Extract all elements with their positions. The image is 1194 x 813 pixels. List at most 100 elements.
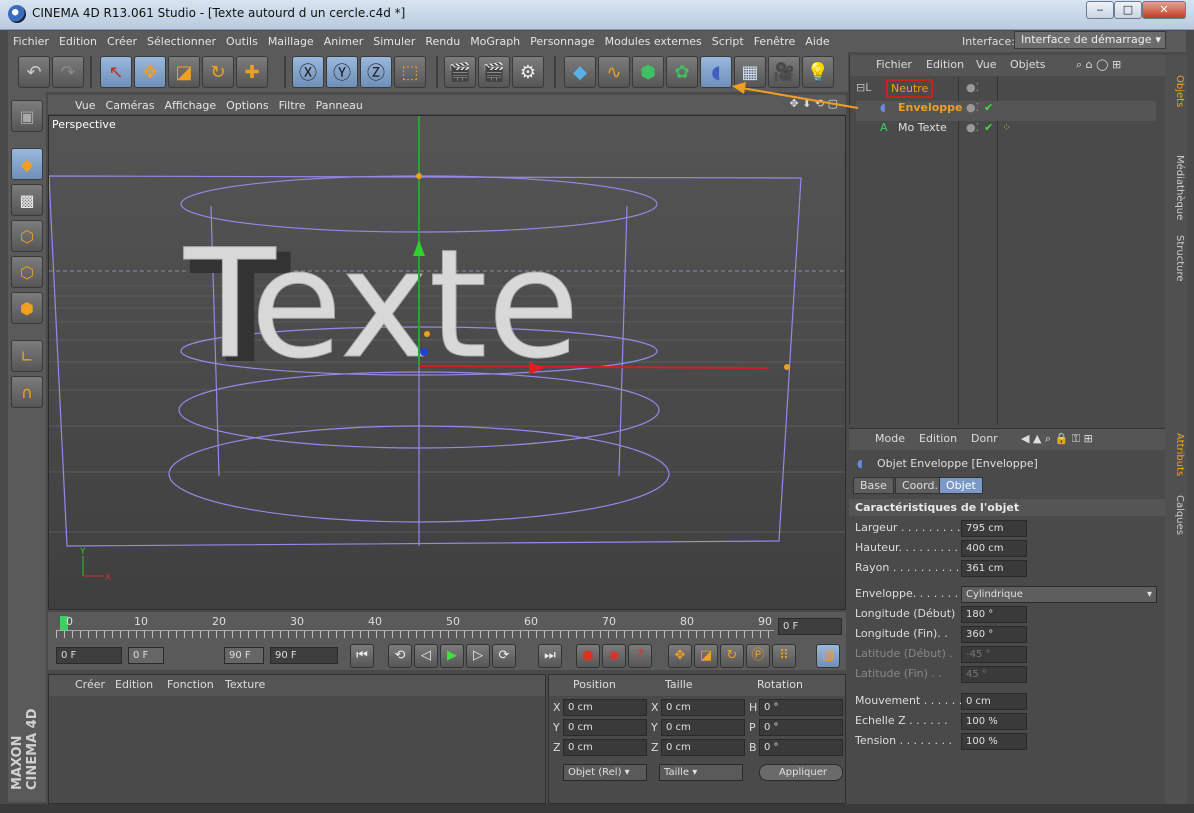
key-rotation-icon[interactable]: ↻ [720,644,744,668]
vp-menu-vue[interactable]: Vue [70,95,101,116]
make-editable-icon[interactable]: ▣ [11,100,43,132]
size-mode-select[interactable]: Taille ▾ [659,764,743,781]
vp-menu-filtre[interactable]: Filtre [274,95,311,116]
vp-menu-panneau[interactable]: Panneau [311,95,368,116]
object-row-mo-texte[interactable]: A Mo Texte ●⁚ ✔ ⁘ [856,121,1156,141]
visibility-dots-icon[interactable]: ●⁚ [966,121,979,134]
vp-menu-cameras[interactable]: Caméras [101,95,160,116]
axis-mode-icon[interactable]: ∟ [11,340,43,372]
redo-icon[interactable]: ↷ [52,56,84,88]
next-key-icon[interactable]: ⟳ [492,644,516,668]
size-y-field[interactable]: 0 cm [661,719,745,736]
minimize-button[interactable]: ‒ [1086,1,1114,19]
menu-mograph[interactable]: MoGraph [465,31,525,52]
search-icon[interactable]: ⌕ ⌂ ◯ ⊞ [1076,58,1121,72]
mat-menu-fonction[interactable]: Fonction [167,678,214,691]
range-start-field[interactable]: 0 F [128,647,164,664]
menu-maillage[interactable]: Maillage [263,31,319,52]
3d-viewport[interactable]: T Texte Y X [48,115,846,610]
timeline[interactable]: 0 10 20 30 40 50 60 70 80 90 0 F [48,612,846,642]
mat-menu-creer[interactable]: Créer [75,678,105,691]
largeur-field[interactable]: 795 cm [961,520,1027,537]
tab-coord[interactable]: Coord. [895,477,945,494]
coord-mode-select[interactable]: Objet (Rel) ▾ [563,764,647,781]
undo-icon[interactable]: ↶ [18,56,50,88]
array-icon[interactable]: ✿ [666,56,698,88]
mat-menu-edition[interactable]: Edition [115,678,153,691]
recent-tool-icon[interactable]: ✚ [236,56,268,88]
polygons-mode-icon[interactable]: ⬢ [11,292,43,324]
longitude-fin-field[interactable]: 360 ° [961,626,1027,643]
timeline-window-icon[interactable]: ▥ [816,644,840,668]
object-row-neutre[interactable]: ⊟L Neutre ●⁚ [856,79,1156,101]
model-mode-icon[interactable]: ◆ [11,148,43,180]
key-parameter-icon[interactable]: Ⓟ [746,644,770,668]
menu-modules-externes[interactable]: Modules externes [600,31,707,52]
close-button[interactable]: ✕ [1142,1,1186,19]
render-settings-icon[interactable]: ⚙ [512,56,544,88]
key-pla-icon[interactable]: ⠿ [772,644,796,668]
render-picture-viewer-icon[interactable]: 🎬 [478,56,510,88]
tension-field[interactable]: 100 % [961,733,1027,750]
prev-key-icon[interactable]: ⟲ [388,644,412,668]
position-x-field[interactable]: 0 cm [563,699,647,716]
prev-frame-icon[interactable]: ◁ [414,644,438,668]
menu-simuler[interactable]: Simuler [368,31,420,52]
attr-menu-mode[interactable]: Mode [875,432,905,445]
mat-menu-texture[interactable]: Texture [225,678,265,691]
menu-creer[interactable]: Créer [102,31,142,52]
attr-menu-edition[interactable]: Edition [919,432,957,445]
start-frame-field[interactable]: 0 F [56,647,122,664]
menu-personnage[interactable]: Personnage [525,31,599,52]
menu-rendu[interactable]: Rendu [420,31,465,52]
snap-icon[interactable]: ∩ [11,376,43,408]
visibility-dots-icon[interactable]: ●⁚ [966,101,979,114]
tab-objet[interactable]: Objet [939,477,983,494]
echelle-z-field[interactable]: 100 % [961,713,1027,730]
side-tab-mediatheque[interactable]: Médiathèque [1167,155,1185,220]
rotation-b-field[interactable]: 0 ° [759,739,843,756]
menu-aide[interactable]: Aide [800,31,834,52]
key-position-icon[interactable]: ✥ [668,644,692,668]
y-axis-icon[interactable]: Ⓨ [326,56,358,88]
rotation-h-field[interactable]: 0 ° [759,699,843,716]
menu-selectionner[interactable]: Sélectionner [142,31,221,52]
longitude-debut-field[interactable]: 180 ° [961,606,1027,623]
texture-mode-icon[interactable]: ▩ [11,184,43,216]
object-row-enveloppe[interactable]: ◖ Enveloppe ●⁚ ✔ [856,101,1156,121]
app-icon[interactable] [8,5,26,23]
mouvement-field[interactable]: 0 cm [961,693,1027,710]
keyframe-selection-icon[interactable]: ? [628,644,652,668]
points-mode-icon[interactable]: ⬡ [11,220,43,252]
object-name[interactable]: Neutre [886,79,934,98]
menu-fichier[interactable]: Fichier [8,31,54,52]
side-tab-objets[interactable]: Objets [1167,75,1185,107]
attr-menu-donr[interactable]: Donr [971,432,998,445]
live-select-icon[interactable]: ↖ [100,56,132,88]
rotate-icon[interactable]: ↻ [202,56,234,88]
move-icon[interactable]: ✥ [134,56,166,88]
object-name[interactable]: Enveloppe [898,101,963,114]
nurbs-icon[interactable]: ⬢ [632,56,664,88]
apply-button[interactable]: Appliquer [759,764,843,781]
attr-nav-icons[interactable]: ◀ ▲ ⌕ 🔒 ⚿ ⊞ [1021,432,1093,446]
side-tab-structure[interactable]: Structure [1167,235,1185,282]
menu-fenetre[interactable]: Fenêtre [749,31,801,52]
enveloppe-select[interactable]: Cylindrique ▾ [961,586,1157,603]
range-end-field[interactable]: 90 F [224,647,264,664]
obj-menu-edition[interactable]: Edition [926,58,964,71]
maximize-button[interactable]: □ [1114,1,1142,19]
obj-menu-vue[interactable]: Vue [976,58,997,71]
spline-icon[interactable]: ∿ [598,56,630,88]
autokey-icon[interactable]: ◉ [602,644,626,668]
obj-menu-objets[interactable]: Objets [1010,58,1046,71]
current-frame-field[interactable]: 0 F [778,618,842,635]
side-tab-calques[interactable]: Calques [1167,495,1185,535]
key-scale-icon[interactable]: ◪ [694,644,718,668]
tab-base[interactable]: Base [853,477,894,494]
rotation-p-field[interactable]: 0 ° [759,719,843,736]
menu-animer[interactable]: Animer [319,31,369,52]
hauteur-field[interactable]: 400 cm [961,540,1027,557]
render-view-icon[interactable]: 🎬 [444,56,476,88]
menu-outils[interactable]: Outils [221,31,263,52]
